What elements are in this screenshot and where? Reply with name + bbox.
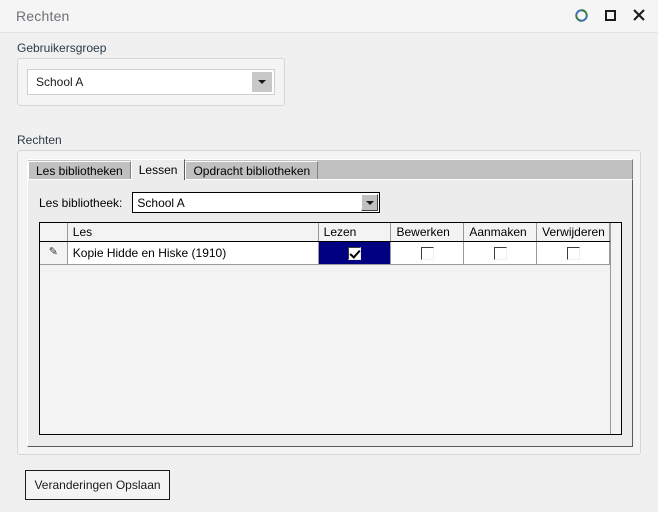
column-header-les[interactable]: Les	[67, 223, 319, 242]
edit-pencil-icon: ✎	[48, 246, 58, 258]
rechten-panel: Les bibliotheken Lessen Opdracht bibliot…	[17, 150, 641, 455]
table-header-row: Les Lezen Bewerken Aanmaken Verwijderen	[40, 223, 610, 242]
cell-bewerken[interactable]	[390, 241, 465, 265]
refresh-icon[interactable]	[572, 6, 590, 24]
cell-verwijderen[interactable]	[536, 241, 610, 265]
maximize-square	[604, 9, 616, 21]
checkbox-lezen[interactable]	[348, 246, 362, 260]
les-bibliotheek-label: Les bibliotheek:	[39, 195, 123, 210]
cell-lezen[interactable]	[318, 241, 392, 265]
tab-lessen[interactable]: Lessen	[130, 159, 186, 180]
checkbox-bewerken[interactable]	[420, 246, 434, 260]
checkbox-aanmaken[interactable]	[493, 246, 507, 260]
cell-aanmaken[interactable]	[463, 241, 538, 265]
column-header-aanmaken[interactable]: Aanmaken	[463, 223, 538, 242]
tabstrip: Les bibliotheken Lessen Opdracht bibliot…	[27, 159, 633, 180]
window-controls	[572, 6, 648, 24]
column-header-bewerken[interactable]: Bewerken	[390, 223, 465, 242]
rechten-label: Rechten	[17, 133, 62, 147]
les-bibliotheek-combo[interactable]: School A	[132, 192, 381, 213]
table-row[interactable]: ✎ Kopie Hidde en Hiske (1910)	[40, 241, 610, 265]
les-bibliotheek-combo-value: School A	[137, 196, 185, 210]
tab-label: Opdracht bibliotheken	[193, 164, 311, 178]
rechten-datagrid[interactable]: Les Lezen Bewerken Aanmaken Verwijderen …	[39, 222, 622, 435]
cell-les[interactable]: Kopie Hidde en Hiske (1910)	[67, 241, 319, 265]
les-bibliotheek-row: Les bibliotheek: School A	[39, 192, 381, 213]
usergroup-combo[interactable]: School A	[27, 69, 275, 95]
tab-les-bibliotheken[interactable]: Les bibliotheken	[28, 161, 131, 180]
column-header-rowindicator[interactable]	[40, 223, 68, 242]
maximize-icon[interactable]	[601, 6, 619, 24]
usergroup-group: School A	[17, 58, 285, 106]
window-titlebar: Rechten	[0, 0, 658, 33]
tab-label: Lessen	[138, 163, 178, 177]
chevron-down-glyph	[258, 80, 266, 84]
column-header-verwijderen[interactable]: Verwijderen	[536, 223, 610, 242]
rechten-table: Les Lezen Bewerken Aanmaken Verwijderen …	[40, 223, 610, 265]
tab-label: Les bibliotheken	[36, 164, 123, 178]
tab-opdracht-bibliotheken[interactable]: Opdracht bibliotheken	[185, 161, 319, 180]
grid-column-filler	[610, 223, 621, 434]
save-changes-button[interactable]: Veranderingen Opslaan	[25, 470, 170, 500]
usergroup-combo-value: School A	[36, 75, 84, 89]
checkbox-verwijderen[interactable]	[566, 246, 580, 260]
chevron-down-icon[interactable]	[252, 72, 272, 92]
chevron-down-icon[interactable]	[361, 194, 379, 211]
window-title: Rechten	[16, 8, 70, 24]
close-icon[interactable]	[630, 6, 648, 24]
tabpage-lessen: Les bibliotheek: School A Les Lezen Bewe…	[27, 179, 633, 447]
chevron-down-glyph	[365, 200, 374, 205]
usergroup-label: Gebruikersgroep	[17, 41, 107, 55]
column-header-lezen[interactable]: Lezen	[318, 223, 392, 242]
row-edit-indicator: ✎	[40, 241, 68, 265]
